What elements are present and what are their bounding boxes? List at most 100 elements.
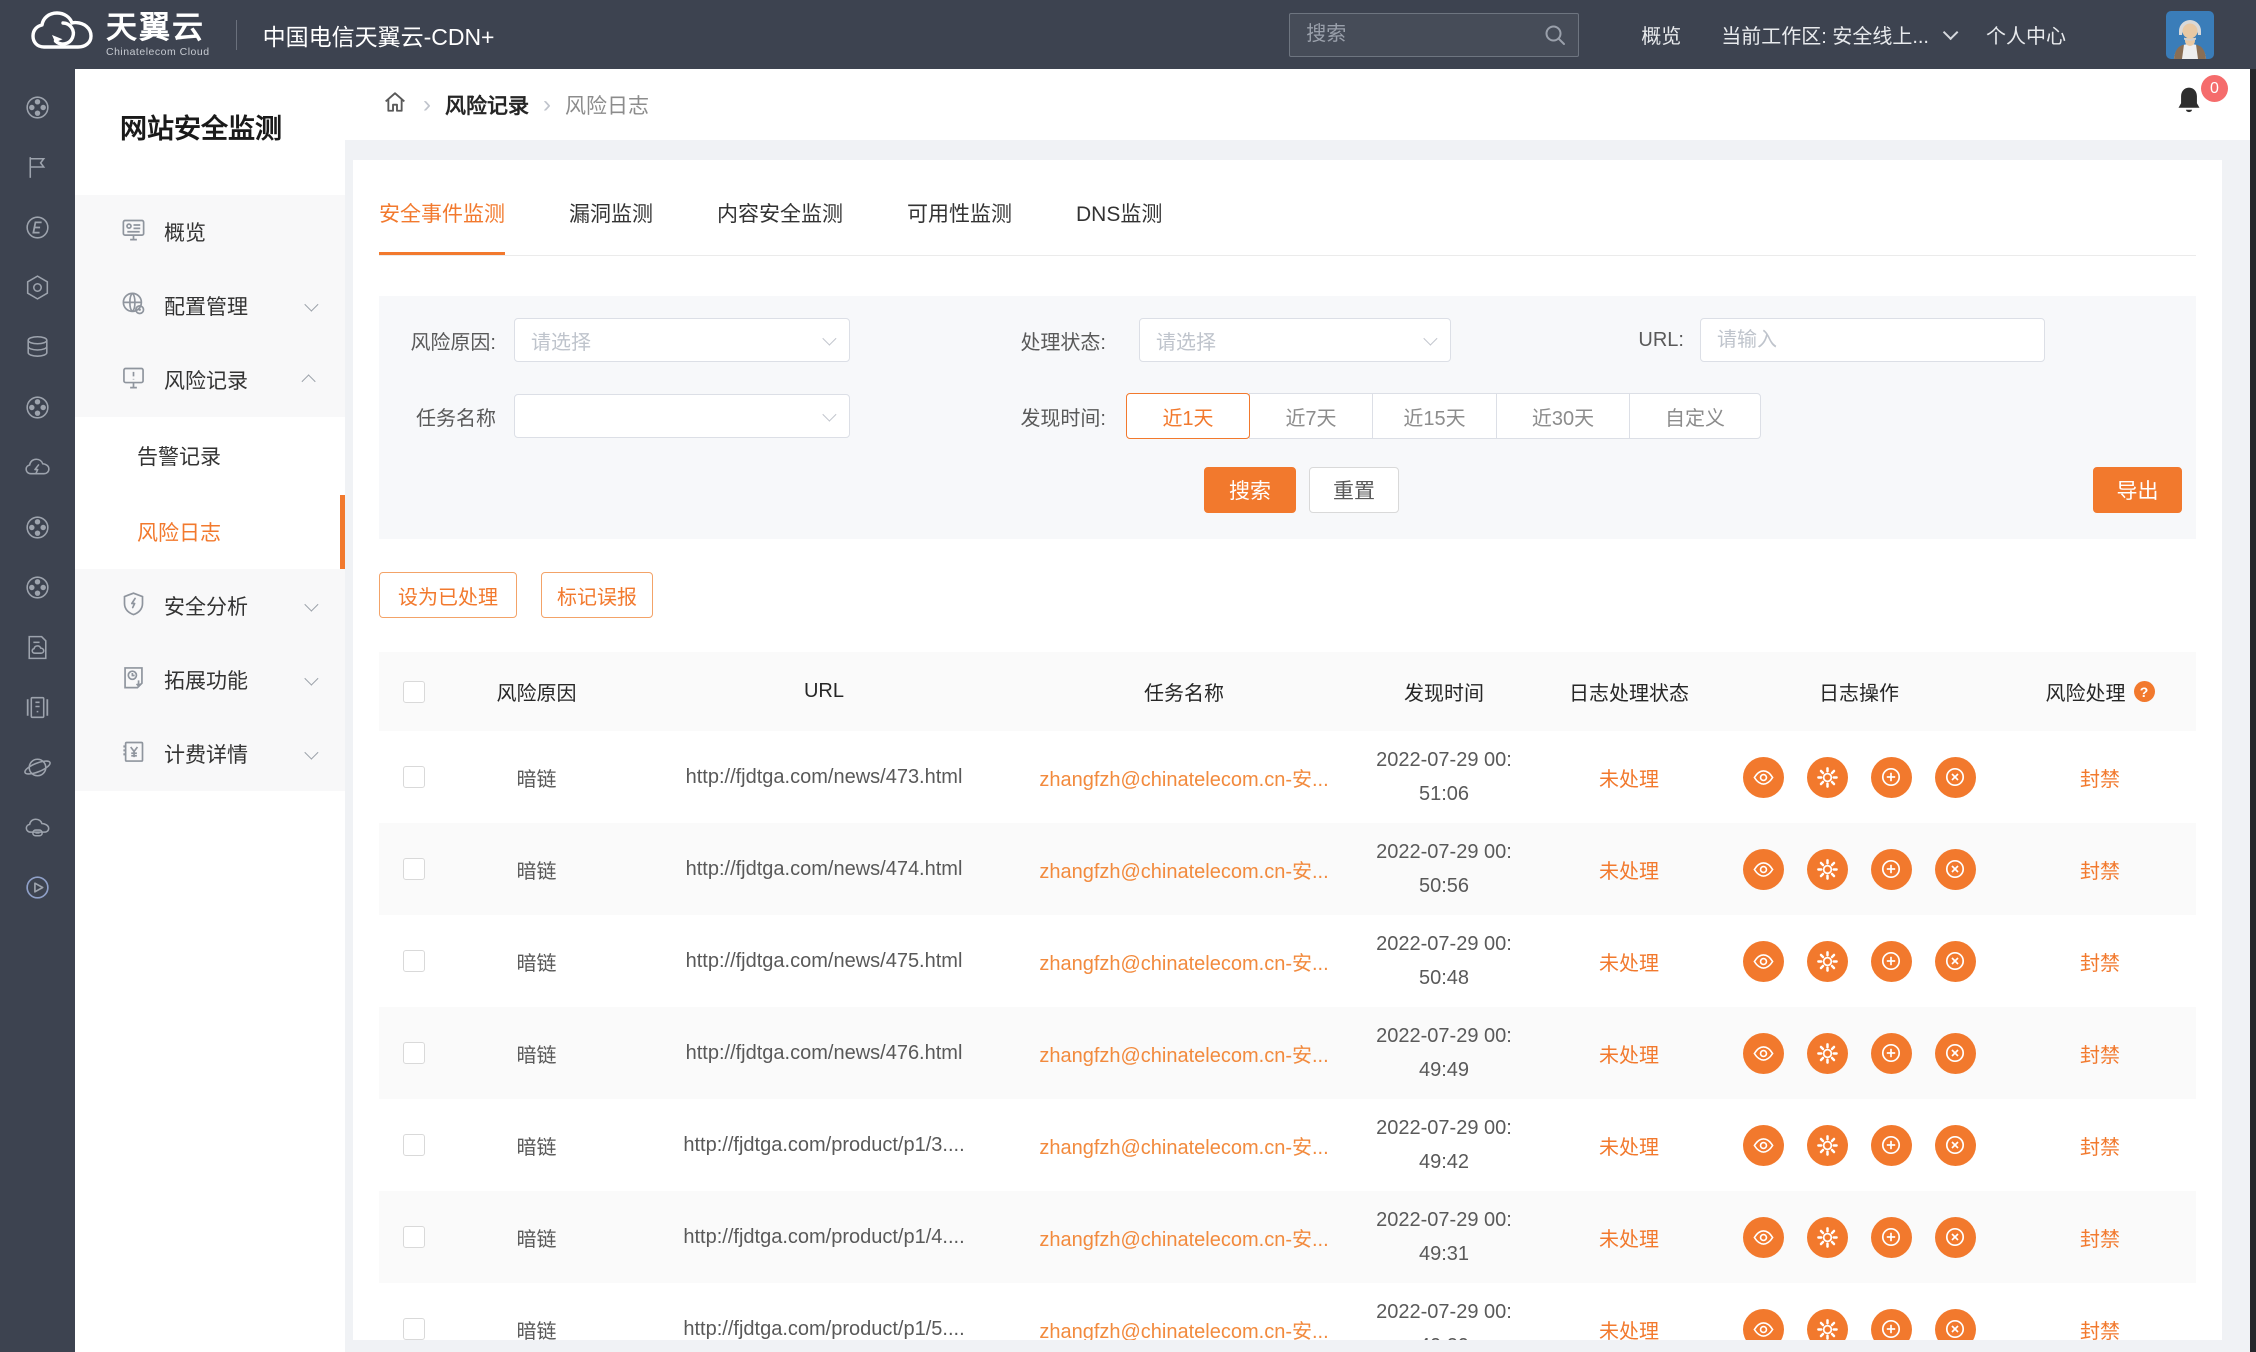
workspace-selector[interactable]: 当前工作区: 安全线上... — [1721, 20, 1954, 49]
search-input[interactable] — [1289, 13, 1579, 57]
database-icon[interactable] — [0, 317, 75, 377]
tab-dns[interactable]: DNS监测 — [1076, 198, 1162, 255]
cloud-storage-icon[interactable] — [0, 797, 75, 857]
mark-false-positive-button[interactable]: 标记误报 — [541, 572, 653, 618]
doc-cloud-icon[interactable] — [0, 617, 75, 677]
risk-ban-link[interactable]: 封禁 — [2004, 1223, 2196, 1252]
nav-personal-center[interactable]: 个人中心 — [1986, 20, 2066, 49]
circle-plus-icon[interactable] — [1871, 941, 1912, 982]
circle-x-icon[interactable] — [1935, 1217, 1976, 1258]
sidebar-item-config[interactable]: 配置管理 — [75, 269, 345, 343]
play-icon[interactable] — [0, 857, 75, 917]
circle-plus-icon[interactable] — [1871, 1033, 1912, 1074]
row-checkbox[interactable] — [403, 1318, 425, 1340]
search-icon[interactable] — [1543, 23, 1567, 53]
view-eye-icon[interactable] — [1743, 1217, 1784, 1258]
search-button[interactable]: 搜索 — [1204, 467, 1296, 513]
task-name-link[interactable]: zhangfzh@chinatelecom.cn-安... — [1024, 1039, 1344, 1068]
row-checkbox[interactable] — [403, 858, 425, 880]
gear-icon[interactable] — [1807, 849, 1848, 890]
view-eye-icon[interactable] — [1743, 1309, 1784, 1341]
view-eye-icon[interactable] — [1743, 1033, 1784, 1074]
flag-icon[interactable] — [0, 137, 75, 197]
circle-plus-icon[interactable] — [1871, 1309, 1912, 1341]
set-processed-button[interactable]: 设为已处理 — [379, 572, 517, 618]
circle-x-icon[interactable] — [1935, 757, 1976, 798]
time-option-15days[interactable]: 近15天 — [1372, 393, 1497, 439]
task-name-link[interactable]: zhangfzh@chinatelecom.cn-安... — [1024, 763, 1344, 792]
gear-icon[interactable] — [1807, 1309, 1848, 1341]
time-option-1day[interactable]: 近1天 — [1126, 393, 1250, 439]
circle-plus-icon[interactable] — [1871, 1125, 1912, 1166]
sidebar-item-risk-records[interactable]: 风险记录 — [75, 343, 345, 417]
notification-bell[interactable]: 0 — [2172, 83, 2218, 129]
sidebar-item-alert-records[interactable]: 告警记录 — [75, 417, 345, 495]
nav-overview[interactable]: 概览 — [1641, 20, 1681, 49]
gear-icon[interactable] — [1807, 1033, 1848, 1074]
nodes-icon[interactable] — [0, 77, 75, 137]
risk-ban-link[interactable]: 封禁 — [2004, 763, 2196, 792]
breadcrumb-risk-records[interactable]: 风险记录 — [445, 90, 529, 120]
sidebar-item-overview[interactable]: 概览 — [75, 195, 345, 269]
task-name-link[interactable]: zhangfzh@chinatelecom.cn-安... — [1024, 1131, 1344, 1160]
circle-x-icon[interactable] — [1935, 1033, 1976, 1074]
sidebar-item-billing[interactable]: 计费详情 — [75, 717, 345, 791]
planet-icon[interactable] — [0, 737, 75, 797]
risk-ban-link[interactable]: 封禁 — [2004, 1315, 2196, 1341]
view-eye-icon[interactable] — [1743, 941, 1784, 982]
row-checkbox[interactable] — [403, 1226, 425, 1248]
gear-icon[interactable] — [1807, 1125, 1848, 1166]
home-icon[interactable] — [381, 88, 409, 122]
risk-reason-select[interactable]: 请选择 — [514, 318, 850, 362]
circle-plus-icon[interactable] — [1871, 849, 1912, 890]
row-checkbox[interactable] — [403, 766, 425, 788]
circle-x-icon[interactable] — [1935, 1309, 1976, 1341]
row-checkbox[interactable] — [403, 950, 425, 972]
risk-ban-link[interactable]: 封禁 — [2004, 947, 2196, 976]
edge-icon[interactable] — [0, 197, 75, 257]
circle-x-icon[interactable] — [1935, 941, 1976, 982]
tab-vulnerability[interactable]: 漏洞监测 — [569, 198, 653, 255]
nut-icon[interactable] — [0, 257, 75, 317]
tab-content-security[interactable]: 内容安全监测 — [717, 198, 843, 255]
row-checkbox[interactable] — [403, 1134, 425, 1156]
sidebar-item-risk-log[interactable]: 风险日志 — [75, 495, 345, 569]
select-all-checkbox[interactable] — [403, 681, 425, 703]
gear-icon[interactable] — [1807, 757, 1848, 798]
time-option-30days[interactable]: 近30天 — [1496, 393, 1630, 439]
tab-security-events[interactable]: 安全事件监测 — [379, 198, 505, 255]
row-checkbox[interactable] — [403, 1042, 425, 1064]
time-option-custom[interactable]: 自定义 — [1629, 393, 1761, 439]
task-name-select[interactable] — [514, 394, 850, 438]
task-name-link[interactable]: zhangfzh@chinatelecom.cn-安... — [1024, 947, 1344, 976]
circle-x-icon[interactable] — [1935, 849, 1976, 890]
url-input[interactable] — [1700, 318, 2045, 362]
reset-button[interactable]: 重置 — [1309, 467, 1399, 513]
circle-plus-icon[interactable] — [1871, 1217, 1912, 1258]
risk-ban-link[interactable]: 封禁 — [2004, 855, 2196, 884]
gear-icon[interactable] — [1807, 941, 1848, 982]
brand-logo[interactable]: 天翼云 Chinatelecom Cloud — [30, 9, 210, 61]
risk-ban-link[interactable]: 封禁 — [2004, 1131, 2196, 1160]
time-option-7days[interactable]: 近7天 — [1249, 393, 1373, 439]
circle-x-icon[interactable] — [1935, 1125, 1976, 1166]
nodes-icon[interactable] — [0, 497, 75, 557]
view-eye-icon[interactable] — [1743, 849, 1784, 890]
tab-availability[interactable]: 可用性监测 — [907, 198, 1012, 255]
gear-icon[interactable] — [1807, 1217, 1848, 1258]
sidebar-item-security-analysis[interactable]: 安全分析 — [75, 569, 345, 643]
status-select[interactable]: 请选择 — [1139, 318, 1451, 362]
view-eye-icon[interactable] — [1743, 757, 1784, 798]
cloud-bolt-icon[interactable] — [0, 437, 75, 497]
export-button[interactable]: 导出 — [2093, 467, 2182, 513]
task-name-link[interactable]: zhangfzh@chinatelecom.cn-安... — [1024, 1223, 1344, 1252]
circle-plus-icon[interactable] — [1871, 757, 1912, 798]
sidebar-item-extensions[interactable]: 拓展功能 — [75, 643, 345, 717]
help-question-icon[interactable]: ? — [2134, 681, 2155, 702]
nodes-icon[interactable] — [0, 377, 75, 437]
vertical-scrollbar[interactable] — [2250, 69, 2256, 1352]
user-avatar[interactable] — [2166, 11, 2214, 59]
server-icon[interactable] — [0, 677, 75, 737]
task-name-link[interactable]: zhangfzh@chinatelecom.cn-安... — [1024, 1315, 1344, 1341]
risk-ban-link[interactable]: 封禁 — [2004, 1039, 2196, 1068]
